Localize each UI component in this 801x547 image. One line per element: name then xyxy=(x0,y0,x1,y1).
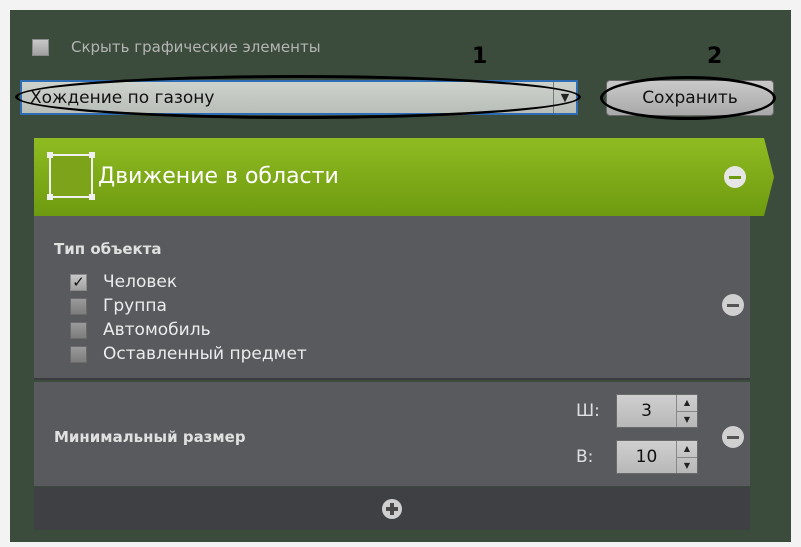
height-up-icon[interactable]: ▲ xyxy=(677,441,697,458)
rule-select-value: Хождение по газону xyxy=(30,87,215,108)
option-group-label: Группа xyxy=(103,296,167,316)
hide-graphics-checkbox[interactable] xyxy=(32,38,49,56)
option-person-label: Человек xyxy=(103,272,178,292)
width-down-icon[interactable]: ▼ xyxy=(677,412,697,428)
hide-graphics-row[interactable]: Скрыть графические элементы xyxy=(32,38,321,56)
width-up-icon[interactable]: ▲ xyxy=(677,395,697,412)
remove-min-size-icon[interactable] xyxy=(722,426,744,448)
remove-object-type-icon[interactable] xyxy=(722,294,744,316)
width-value[interactable]: 3 xyxy=(617,401,676,421)
option-car-label: Автомобиль xyxy=(103,320,211,340)
abandoned-object-checkbox[interactable] xyxy=(70,345,87,363)
option-person[interactable]: ✓ Человек xyxy=(70,272,177,292)
detector-header[interactable]: Движение в области xyxy=(34,138,774,216)
area-icon xyxy=(47,152,95,200)
rule-select[interactable]: Хождение по газону ▼ xyxy=(20,80,578,115)
min-size-title: Минимальный размер xyxy=(54,428,246,446)
option-group[interactable]: Группа xyxy=(70,296,167,316)
height-down-icon[interactable]: ▼ xyxy=(677,458,697,474)
collapse-header-icon[interactable] xyxy=(724,166,746,188)
width-row: Ш: 3 ▲ ▼ xyxy=(576,394,698,428)
callout-number-1: 1 xyxy=(472,44,488,69)
width-stepper[interactable]: 3 ▲ ▼ xyxy=(616,394,698,428)
object-type-title: Тип объекта xyxy=(54,240,162,258)
detector-title: Движение в области xyxy=(98,164,339,189)
option-car[interactable]: Автомобиль xyxy=(70,320,211,340)
plus-icon[interactable] xyxy=(382,498,402,519)
height-row: В: 10 ▲ ▼ xyxy=(576,440,698,474)
save-button[interactable]: Сохранить xyxy=(606,80,774,116)
person-checkbox[interactable]: ✓ xyxy=(70,273,87,291)
add-condition-bar[interactable] xyxy=(34,487,750,530)
hide-graphics-label: Скрыть графические элементы xyxy=(71,38,321,56)
width-label: Ш: xyxy=(576,401,600,421)
height-stepper[interactable]: 10 ▲ ▼ xyxy=(616,440,698,474)
car-checkbox[interactable] xyxy=(70,321,87,339)
group-checkbox[interactable] xyxy=(70,297,87,315)
object-type-panel: Тип объекта ✓ Человек Группа Автомобиль … xyxy=(34,216,750,380)
height-label: В: xyxy=(576,447,594,467)
chevron-down-icon[interactable]: ▼ xyxy=(553,82,576,113)
height-value[interactable]: 10 xyxy=(617,447,676,467)
option-abandoned-object[interactable]: Оставленный предмет xyxy=(70,344,307,364)
option-abandoned-object-label: Оставленный предмет xyxy=(103,344,307,364)
min-size-panel: Минимальный размер Ш: 3 ▲ ▼ В: 10 ▲ ▼ xyxy=(34,382,750,486)
callout-number-2: 2 xyxy=(707,44,723,69)
